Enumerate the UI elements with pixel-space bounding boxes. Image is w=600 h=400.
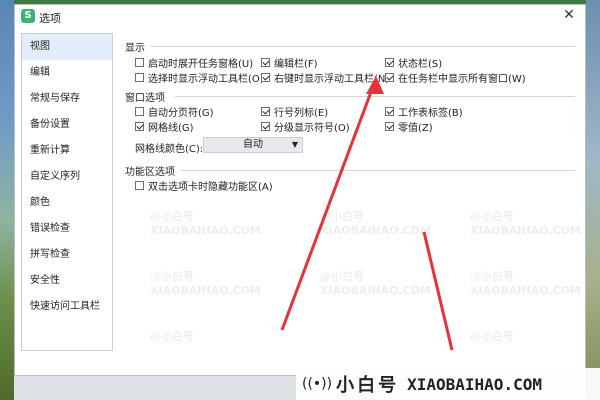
brand-cn-text: 小白号 (336, 375, 400, 396)
broadcast-icon: ((•)) (302, 376, 333, 392)
annotation-arrows (280, 76, 454, 351)
annotation-arrow-line (280, 83, 376, 331)
annotation-arrow-line (422, 231, 454, 351)
brand-en-text: XIAOBAIHAO.COM (407, 374, 542, 394)
annotation-arrowhead (366, 76, 384, 94)
brand-watermark: ((•)) 小白号 XIAOBAIHAO.COM (296, 368, 600, 400)
